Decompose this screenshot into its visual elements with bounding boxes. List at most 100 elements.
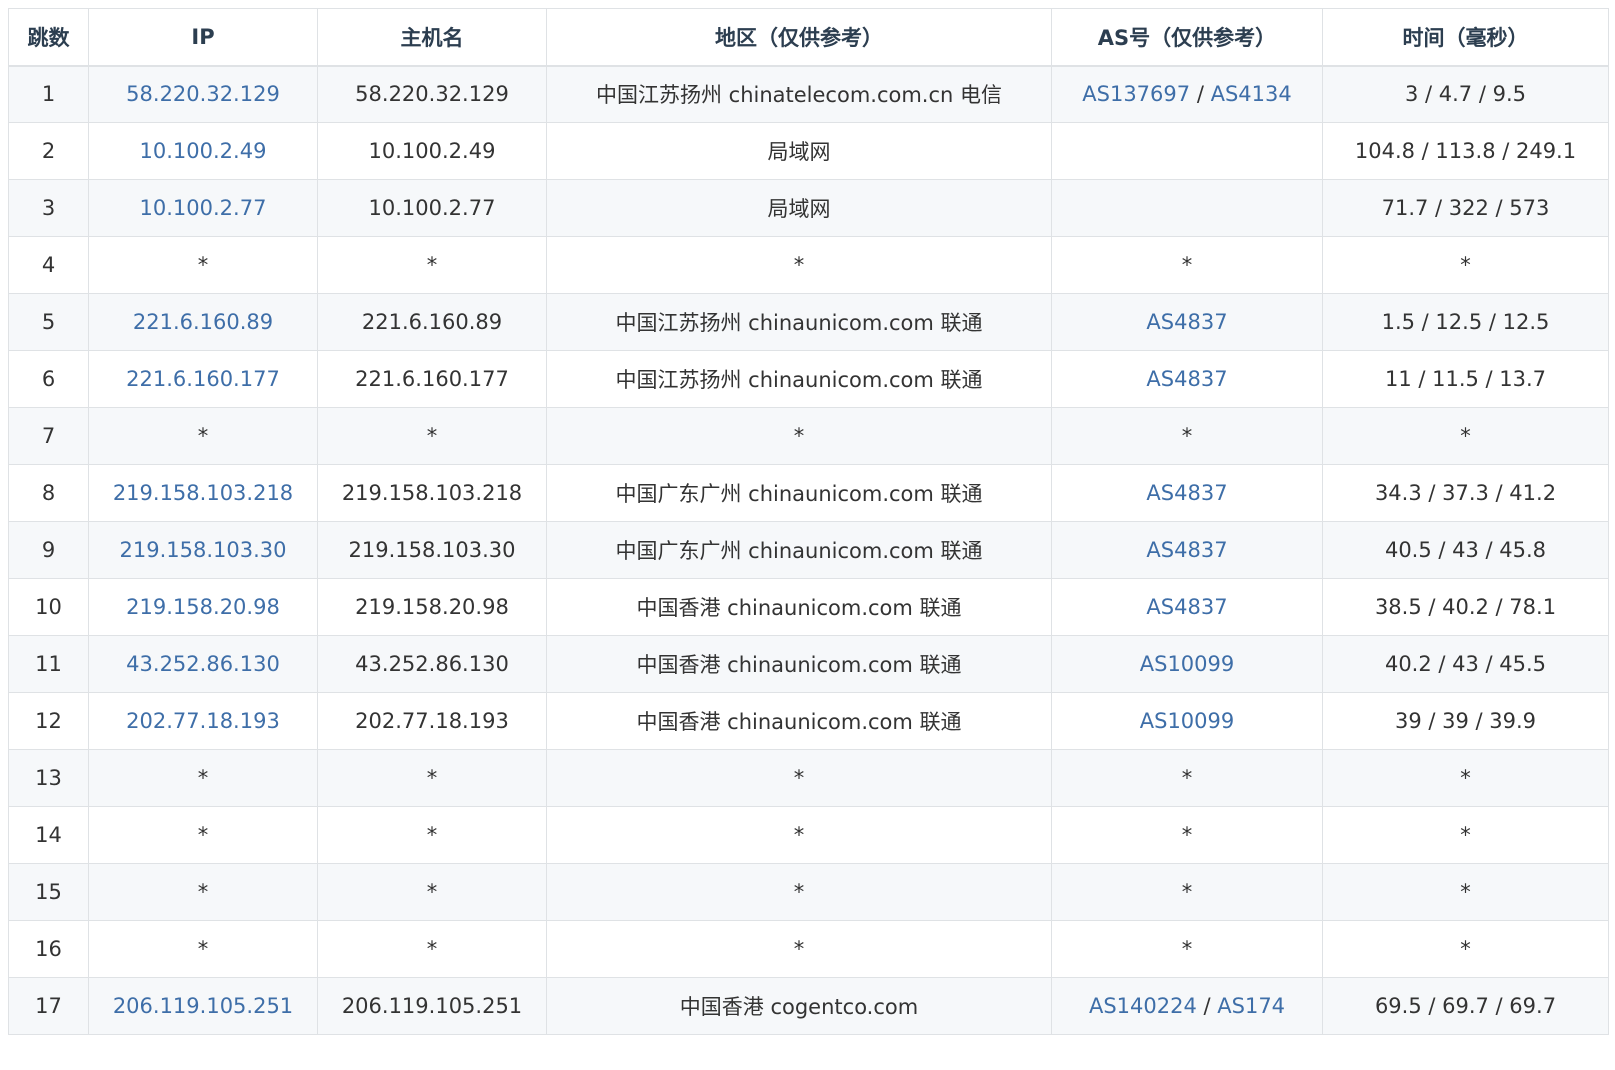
as-link[interactable]: AS4837	[1146, 310, 1227, 334]
location-text: *	[793, 766, 805, 790]
location-cell: 局域网	[546, 122, 1052, 180]
latency-values: 38.5 / 40.2 / 78.1	[1374, 595, 1557, 619]
as-link[interactable]: AS4837	[1146, 538, 1227, 562]
ip-link[interactable]: 219.158.103.30	[120, 538, 287, 562]
time-cell: 69.5 / 69.7 / 69.7	[1322, 977, 1609, 1035]
as-placeholder: *	[1181, 880, 1193, 904]
hostname: *	[426, 823, 438, 847]
ip-link[interactable]: 202.77.18.193	[126, 709, 280, 733]
as-cell: *	[1051, 407, 1323, 465]
ip-link[interactable]: 206.119.105.251	[113, 994, 293, 1018]
ip-link[interactable]: 221.6.160.89	[133, 310, 273, 334]
hop-cell: 16	[8, 920, 89, 978]
hop-cell: 12	[8, 692, 89, 750]
table-row: 3 10.100.2.77 10.100.2.77 局域网 71.7 / 322 / 5…	[8, 179, 1609, 237]
ip-cell: 219.158.103.218	[88, 464, 318, 522]
time-cell: 39 / 39 / 39.9	[1322, 692, 1609, 750]
location-cell: *	[546, 920, 1052, 978]
hostname: 206.119.105.251	[341, 994, 523, 1018]
location-text: 中国香港 chinaunicom.com 联通	[636, 596, 962, 620]
ip-link[interactable]: 10.100.2.77	[140, 196, 267, 220]
time-cell: *	[1322, 806, 1609, 864]
hop-cell: 5	[8, 293, 89, 351]
hostname: 202.77.18.193	[355, 709, 509, 733]
ip-link[interactable]: 43.252.86.130	[126, 652, 280, 676]
host-cell: *	[317, 749, 547, 807]
hop-cell: 3	[8, 179, 89, 237]
hop-number: 12	[35, 709, 62, 733]
as-cell: AS4837	[1051, 350, 1323, 408]
location-cell: 局域网	[546, 179, 1052, 237]
ip-link[interactable]: 58.220.32.129	[126, 82, 280, 106]
table-row: 7 * * * * *	[8, 407, 1609, 465]
location-text: 局域网	[767, 140, 831, 164]
hop-number: 15	[35, 880, 62, 904]
location-text: 局域网	[767, 197, 831, 221]
as-placeholder: *	[1181, 253, 1193, 277]
ip-cell: 219.158.20.98	[88, 578, 318, 636]
table-row: 9 219.158.103.30 219.158.103.30 中国广东广州 chin…	[8, 521, 1609, 579]
header-host: 主机名	[317, 8, 547, 67]
location-cell: 中国广东广州 chinaunicom.com 联通	[546, 521, 1052, 579]
location-cell: *	[546, 863, 1052, 921]
as-link[interactable]: AS174	[1217, 994, 1285, 1018]
as-link[interactable]: AS10099	[1140, 652, 1235, 676]
hop-cell: 2	[8, 122, 89, 180]
as-cell: *	[1051, 806, 1323, 864]
as-cell: AS4837	[1051, 293, 1323, 351]
as-separator: /	[1190, 82, 1211, 107]
latency-values: *	[1460, 937, 1471, 961]
as-link[interactable]: AS137697	[1082, 82, 1190, 106]
time-cell: 34.3 / 37.3 / 41.2	[1322, 464, 1609, 522]
as-link[interactable]: AS140224	[1089, 994, 1197, 1018]
latency-values: 34.3 / 37.3 / 41.2	[1374, 481, 1557, 505]
ip-cell: 221.6.160.177	[88, 350, 318, 408]
location-text: 中国江苏扬州 chinaunicom.com 联通	[615, 368, 983, 392]
hostname: 221.6.160.89	[361, 310, 503, 334]
header-as: AS号（仅供参考）	[1051, 8, 1323, 67]
ip-cell: 58.220.32.129	[88, 65, 318, 123]
location-cell: 中国香港 chinaunicom.com 联通	[546, 578, 1052, 636]
ip-placeholder: *	[197, 424, 209, 448]
as-link[interactable]: AS4837	[1146, 595, 1227, 619]
ip-cell: 206.119.105.251	[88, 977, 318, 1035]
host-cell: 219.158.103.218	[317, 464, 547, 522]
latency-values: 1.5 / 12.5 / 12.5	[1381, 310, 1550, 334]
hop-cell: 13	[8, 749, 89, 807]
ip-link[interactable]: 219.158.20.98	[126, 595, 280, 619]
ip-link[interactable]: 10.100.2.49	[140, 139, 267, 163]
as-placeholder: *	[1181, 823, 1193, 847]
location-cell: 中国江苏扬州 chinaunicom.com 联通	[546, 350, 1052, 408]
location-cell: 中国香港 chinaunicom.com 联通	[546, 635, 1052, 693]
hostname: 10.100.2.77	[368, 196, 496, 220]
hop-number: 8	[41, 481, 56, 505]
as-link[interactable]: AS4837	[1146, 481, 1227, 505]
hop-cell: 6	[8, 350, 89, 408]
as-link[interactable]: AS4837	[1146, 367, 1227, 391]
ip-cell: 43.252.86.130	[88, 635, 318, 693]
ip-cell: 10.100.2.49	[88, 122, 318, 180]
hop-cell: 4	[8, 236, 89, 294]
ip-link[interactable]: 219.158.103.218	[113, 481, 293, 505]
ip-cell: *	[88, 806, 318, 864]
host-cell: 206.119.105.251	[317, 977, 547, 1035]
hostname: 43.252.86.130	[355, 652, 509, 676]
hop-cell: 1	[8, 65, 89, 123]
ip-link[interactable]: 221.6.160.177	[126, 367, 280, 391]
ip-cell: 202.77.18.193	[88, 692, 318, 750]
as-link[interactable]: AS10099	[1140, 709, 1235, 733]
header-location: 地区（仅供参考）	[546, 8, 1052, 67]
ip-placeholder: *	[197, 823, 209, 847]
as-link[interactable]: AS4134	[1211, 82, 1292, 106]
hop-cell: 11	[8, 635, 89, 693]
hostname: *	[426, 880, 438, 904]
location-text: 中国广东广州 chinaunicom.com 联通	[615, 482, 983, 506]
traceroute-table: 跳数 IP 主机名 地区（仅供参考） AS号（仅供参考） 时间（毫秒） 1 58.…	[8, 8, 1609, 1035]
latency-values: 11 / 11.5 / 13.7	[1384, 367, 1547, 391]
location-cell: 中国香港 cogentco.com	[546, 977, 1052, 1035]
location-cell: 中国江苏扬州 chinaunicom.com 联通	[546, 293, 1052, 351]
location-cell: 中国江苏扬州 chinatelecom.com.cn 电信	[546, 65, 1052, 123]
time-cell: *	[1322, 749, 1609, 807]
as-cell: AS4837	[1051, 521, 1323, 579]
host-cell: 202.77.18.193	[317, 692, 547, 750]
